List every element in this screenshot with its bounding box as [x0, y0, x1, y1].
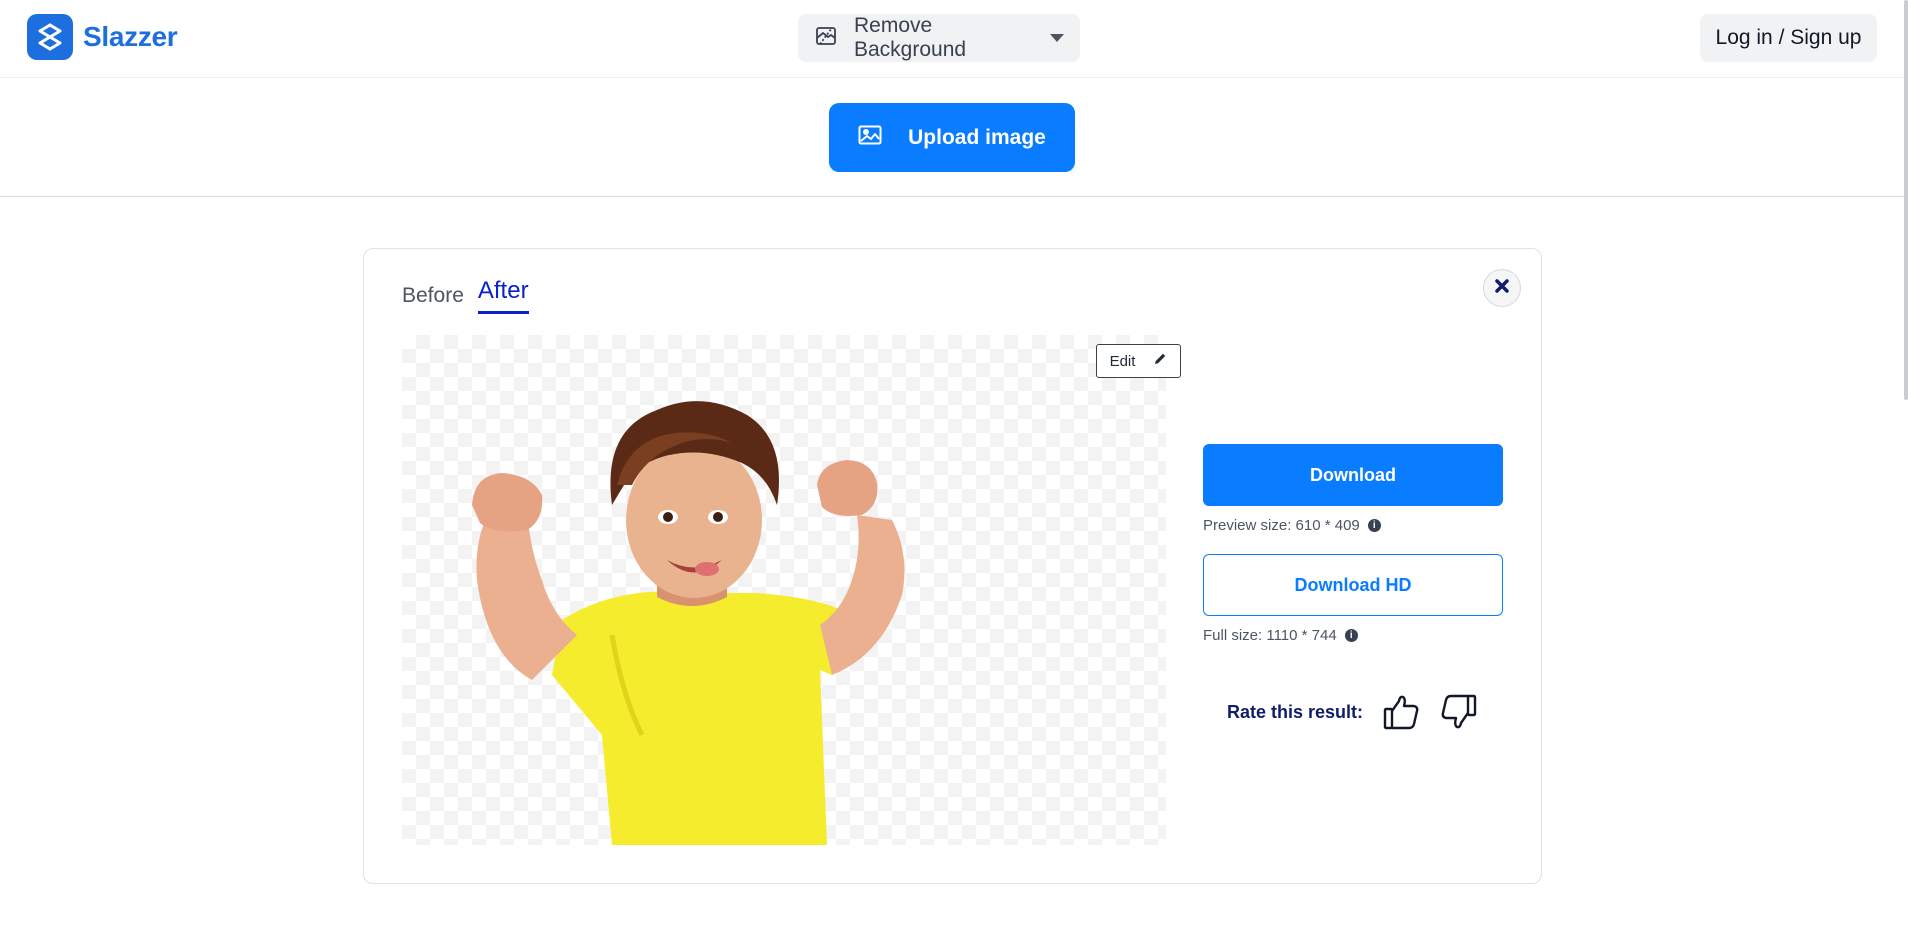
- tab-after[interactable]: After: [477, 277, 529, 314]
- pencil-icon: [1153, 352, 1167, 370]
- upload-image-label: Upload image: [908, 125, 1046, 149]
- image-icon: [858, 125, 882, 151]
- close-icon: [1494, 278, 1510, 299]
- rating-row: Rate this result:: [1203, 692, 1503, 732]
- login-signup-button[interactable]: Log in / Sign up: [1700, 14, 1877, 62]
- tool-select-dropdown[interactable]: Remove Background: [798, 14, 1080, 62]
- before-after-tabs: Before After: [402, 277, 529, 314]
- rate-label: Rate this result:: [1226, 701, 1364, 722]
- tool-select-label: Remove Background: [854, 14, 967, 61]
- preview-size-text: Preview size: 610 * 409: [1203, 517, 1360, 534]
- tab-before[interactable]: Before: [402, 284, 464, 314]
- chevron-down-icon: [1050, 34, 1064, 42]
- cutout-subject-image: [472, 401, 905, 845]
- edit-button[interactable]: Edit: [1096, 344, 1181, 378]
- brand-name: Slazzer: [83, 21, 178, 52]
- edit-label: Edit: [1109, 352, 1136, 370]
- download-panel: Download Preview size: 610 * 409 i Downl…: [1203, 444, 1503, 732]
- page-scrollbar[interactable]: [1904, 0, 1908, 400]
- full-size-note: Full size: 1110 * 744 i: [1203, 627, 1503, 644]
- download-hd-button[interactable]: Download HD: [1203, 554, 1503, 616]
- upload-section: Upload image: [0, 78, 1908, 197]
- close-button[interactable]: [1483, 269, 1521, 307]
- download-button[interactable]: Download: [1203, 444, 1503, 506]
- brand-logo[interactable]: Slazzer: [27, 14, 178, 60]
- preview-size-note: Preview size: 610 * 409 i: [1203, 517, 1503, 534]
- top-navigation-bar: Slazzer Remove Background Log in / Sign …: [0, 0, 1908, 78]
- info-icon[interactable]: i: [1344, 629, 1358, 642]
- upload-image-button[interactable]: Upload image: [829, 103, 1075, 172]
- result-preview-image: [402, 335, 1166, 845]
- slazzer-logo-icon: [27, 14, 73, 60]
- result-card: Before After Edit Download Preview size:…: [363, 248, 1542, 884]
- full-size-text: Full size: 1110 * 744: [1203, 627, 1337, 644]
- thumbs-down-icon[interactable]: [1439, 692, 1479, 732]
- remove-bg-icon: [814, 24, 838, 53]
- info-icon[interactable]: i: [1367, 519, 1381, 532]
- thumbs-up-icon[interactable]: [1381, 692, 1421, 732]
